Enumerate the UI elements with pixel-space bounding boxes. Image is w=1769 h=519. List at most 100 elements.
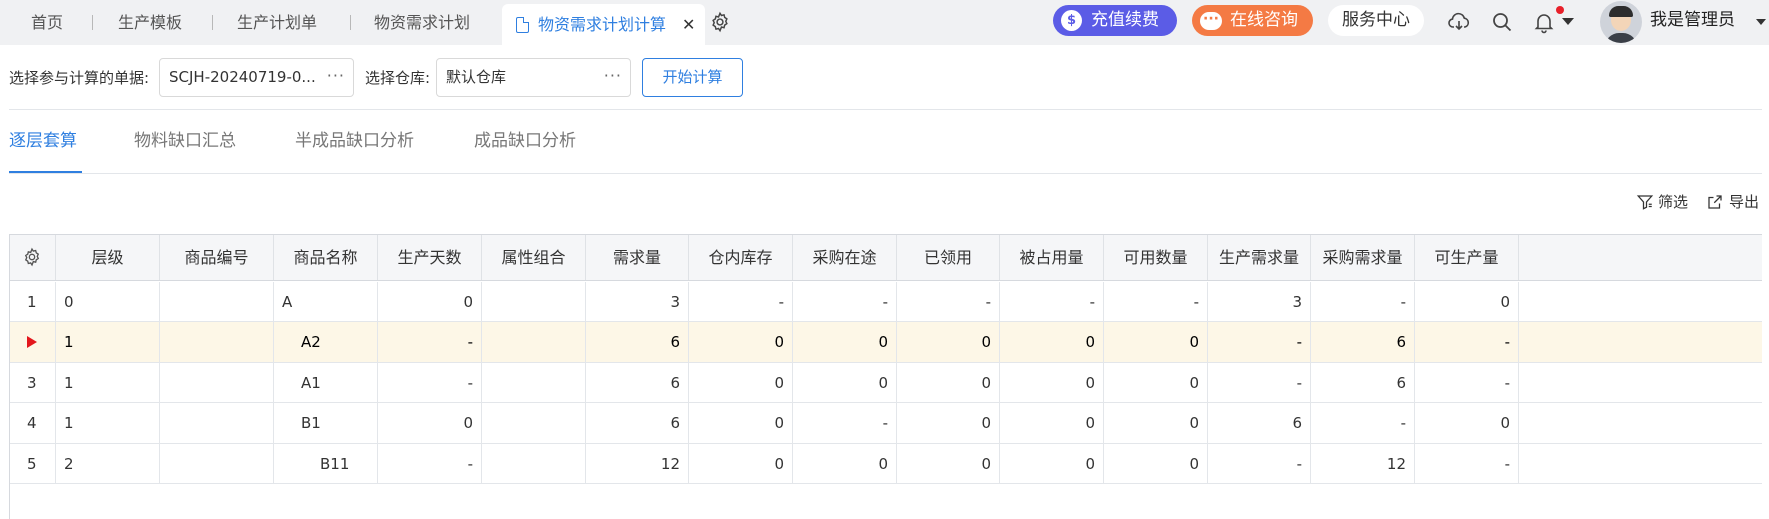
table-cell-filler: [1519, 282, 1762, 321]
column-header: 层级: [56, 235, 160, 280]
table-cell: 0: [1415, 282, 1519, 322]
tab-material-requirement-plan[interactable]: 物资需求计划: [374, 0, 470, 45]
recharge-button[interactable]: 充值续费: [1053, 5, 1177, 36]
top-tab-bar: 首页 生产模板 生产计划单 物资需求计划 物资需求计划计算 ✕ 充值续费 在线咨…: [0, 0, 1769, 45]
table-cell: 1: [56, 322, 160, 362]
table-cell: [482, 403, 586, 443]
chevron-down-icon[interactable]: [1756, 19, 1766, 25]
table-cell: 0: [378, 282, 482, 322]
filter-button[interactable]: 筛选: [1636, 190, 1692, 214]
row-pointer-icon: [10, 322, 56, 362]
more-icon[interactable]: ···: [604, 59, 622, 92]
table-cell: 0: [897, 403, 1000, 443]
document-select-value: SCJH-20240719-0...: [169, 68, 316, 86]
table-cell: A1: [274, 362, 378, 403]
tab-production-template[interactable]: 生产模板: [118, 0, 182, 45]
column-header: 商品名称: [274, 235, 378, 280]
table-cell: 1: [56, 362, 160, 403]
table-cell: [482, 282, 586, 322]
row-index: 5: [10, 443, 56, 483]
table-cell: 6: [586, 403, 689, 443]
table-cell-filler: [1519, 363, 1762, 402]
search-icon[interactable]: [1490, 10, 1514, 34]
subtab-material-shortage-summary[interactable]: 物料缺口汇总: [134, 128, 236, 154]
table-row[interactable]: 4 1 B1 0 6 0-0 0 0 6-0: [10, 403, 1762, 444]
table-row[interactable]: 5 2 B11-12 0 0 0 0 0-12-: [10, 443, 1762, 484]
divider: [9, 109, 1762, 110]
column-header: 已领用: [897, 235, 1000, 280]
close-icon[interactable]: ✕: [682, 4, 695, 45]
table-cell: 3: [1208, 282, 1311, 322]
table-cell: 0: [1000, 322, 1104, 362]
table-cell: [482, 322, 586, 362]
table-cell: [482, 443, 586, 483]
subtab-finished-analysis[interactable]: 成品缺口分析: [474, 128, 576, 154]
tab-mrp-calculation-label: 物资需求计划计算: [538, 15, 667, 34]
export-button[interactable]: 导出: [1706, 190, 1764, 214]
table-cell: 0: [1000, 362, 1104, 403]
table-cell: [160, 322, 274, 362]
table-cell: B1: [274, 403, 378, 443]
table-cell: 0: [1000, 443, 1104, 483]
warehouse-select[interactable]: 默认仓库 ···: [436, 58, 631, 97]
username[interactable]: 我是管理员: [1650, 0, 1735, 41]
table-cell: 2: [56, 443, 160, 483]
table-cell: -: [378, 362, 482, 403]
column-header: 被占用量: [1000, 235, 1104, 280]
table-cell: -: [793, 282, 897, 322]
table-row[interactable]: 10A03-----3-0: [10, 282, 1762, 323]
table-cell: A: [274, 282, 378, 322]
table-cell: -: [1208, 362, 1311, 403]
table-cell: 0: [897, 443, 1000, 483]
filter-label: 筛选: [1658, 193, 1689, 211]
table-cell: -: [793, 403, 897, 443]
service-center-button[interactable]: 服务中心: [1328, 5, 1424, 36]
column-header-filler: [1519, 235, 1762, 280]
table-cell: 0: [793, 443, 897, 483]
table-cell-filler: [1519, 322, 1762, 361]
table-cell: 6: [586, 322, 689, 362]
tab-home[interactable]: 首页: [31, 0, 63, 45]
bell-icon[interactable]: [1532, 10, 1556, 34]
table-cell: 6: [586, 362, 689, 403]
table-cell: 0: [378, 403, 482, 443]
table-cell: 0: [793, 322, 897, 362]
chevron-down-icon[interactable]: [1562, 18, 1574, 25]
table-cell: 6: [1311, 322, 1415, 362]
table-cell: 0: [1104, 362, 1208, 403]
document-select[interactable]: SCJH-20240719-0... ···: [159, 58, 354, 97]
warehouse-select-value: 默认仓库: [446, 68, 507, 86]
tab-mrp-calculation[interactable]: 物资需求计划计算 ✕: [502, 4, 705, 45]
column-settings-gear-icon[interactable]: [10, 235, 56, 280]
tab-production-plan[interactable]: 生产计划单: [237, 0, 317, 45]
cloud-download-icon[interactable]: [1447, 10, 1471, 34]
more-icon[interactable]: ···: [327, 59, 345, 92]
divider: [9, 173, 1762, 174]
consult-label: 在线咨询: [1230, 10, 1298, 30]
subtab-layered-calculation[interactable]: 逐层套算: [9, 128, 77, 154]
gear-icon[interactable]: [709, 11, 731, 33]
filter-icon: [1636, 195, 1654, 210]
table-cell: A2: [274, 322, 378, 362]
tab-separator: [212, 15, 213, 30]
column-header: 生产需求量: [1208, 235, 1311, 280]
avatar[interactable]: [1600, 1, 1642, 43]
table-cell: 12: [586, 443, 689, 483]
column-header: 商品编号: [160, 235, 274, 280]
table-cell: -: [1415, 362, 1519, 403]
online-consult-button[interactable]: 在线咨询: [1192, 4, 1313, 36]
notification-dot: [1556, 6, 1564, 14]
recharge-label: 充值续费: [1091, 10, 1159, 30]
table-cell: -: [378, 322, 482, 362]
table-cell: 1: [56, 403, 160, 443]
table-cell: -: [1000, 282, 1104, 322]
table-cell: -: [378, 443, 482, 483]
table-row[interactable]: 3 1 A1-6 0 0 0 0 0-6-: [10, 362, 1762, 404]
start-calculation-button[interactable]: 开始计算: [642, 58, 743, 97]
table-row[interactable]: 1 A2-6 0 0 0 0 0-6-: [10, 322, 1762, 363]
subtab-semi-finished-analysis[interactable]: 半成品缺口分析: [295, 128, 414, 154]
tab-separator: [92, 15, 93, 30]
table-cell: 0: [689, 322, 793, 362]
table-cell: 0: [1104, 403, 1208, 443]
column-header: 仓内库存: [689, 235, 793, 280]
